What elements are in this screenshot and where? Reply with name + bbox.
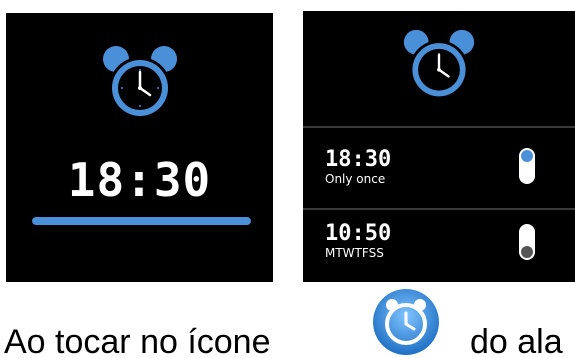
alarm-progress-bar[interactable] (32, 217, 251, 225)
alarm-clock-icon (103, 46, 177, 119)
caption-text-after: do ala (470, 323, 563, 358)
alarm-progress-fill (32, 217, 251, 225)
alarm-item-time: 10:50 (325, 221, 392, 246)
caption-text-before: Ao tocar no ícone (4, 323, 271, 358)
alarm-item-time: 18:30 (325, 147, 392, 172)
alarm-list-item[interactable]: 10:50 MTWTFSS (303, 210, 575, 282)
alarm-clock-icon (403, 29, 475, 100)
page: 18:30 18:30 Only once 10:50 MTWTFSS Ao t… (0, 0, 575, 358)
alarm-toggle[interactable] (519, 148, 535, 184)
alarm-app-icon[interactable] (372, 285, 440, 358)
alarm-toggle[interactable] (519, 224, 535, 260)
toggle-knob (521, 246, 533, 258)
alarm-list-item[interactable]: 18:30 Only once (303, 128, 575, 200)
alarm-list-screen: 18:30 Only once 10:50 MTWTFSS (303, 11, 575, 282)
alarm-ringing-screen: 18:30 (6, 13, 273, 282)
alarm-time: 18:30 (67, 153, 212, 207)
toggle-knob (521, 150, 533, 162)
alarm-item-repeat: Only once (325, 172, 386, 186)
alarm-item-repeat: MTWTFSS (325, 246, 384, 260)
